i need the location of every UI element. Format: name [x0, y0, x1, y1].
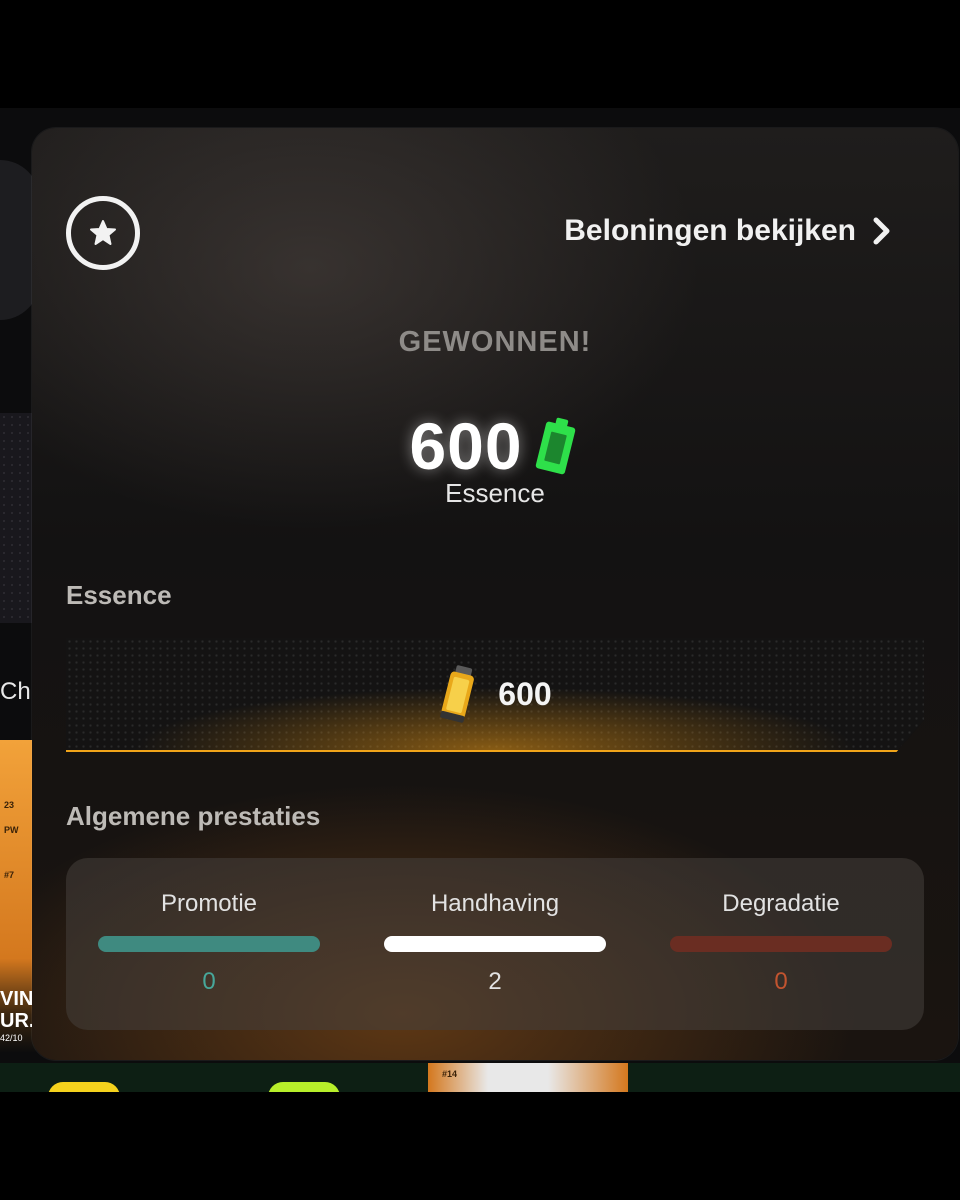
card-small-text: 23	[4, 800, 15, 810]
view-rewards-link[interactable]: Beloningen bekijken	[564, 214, 892, 248]
performance-section-label: Algemene prestaties	[66, 801, 321, 831]
view-rewards-label: Beloningen bekijken	[564, 214, 856, 247]
stat-value: 0	[774, 968, 788, 995]
stat-value: 0	[202, 968, 216, 995]
background-partial-text: Ch	[0, 678, 31, 705]
player-card-number: #14	[442, 1069, 458, 1079]
stat-label: Handhaving	[430, 890, 560, 917]
essence-progress-bar: 600	[66, 638, 924, 752]
background-yellow-button	[48, 1082, 120, 1092]
stat-bar	[384, 936, 606, 952]
essence-section-label: Essence	[66, 580, 172, 610]
reward-amount-row: 600	[32, 408, 958, 484]
card-small-text: #7	[4, 870, 15, 880]
card-small-text: PW	[4, 825, 19, 835]
essence-battery-icon	[535, 417, 575, 475]
essence-value: 600	[498, 675, 552, 712]
background-green-button	[268, 1082, 340, 1092]
stat-bar	[670, 936, 892, 952]
stat-bar	[98, 936, 320, 952]
reward-panel: Beloningen bekijken GEWONNEN! 600 Essenc…	[32, 128, 958, 1060]
chevron-right-icon	[873, 217, 890, 245]
card-title-line: VIN	[0, 988, 34, 1010]
background-player-card: #14	[428, 1063, 628, 1092]
performance-stats: Promotie 0 Handhaving 2 Degradatie 0	[66, 858, 924, 1030]
reward-amount-unit: Essence	[445, 478, 545, 508]
won-title: GEWONNEN!	[398, 326, 592, 358]
reward-amount: 600	[409, 409, 523, 483]
card-title-line: UR.	[0, 1010, 35, 1032]
essence-canister-icon	[440, 665, 475, 723]
background-card-title: VIN UR. 42/10	[0, 988, 34, 1044]
stat-value: 2	[488, 968, 502, 995]
stat-label: Degradatie	[722, 890, 840, 917]
stat-label: Promotie	[160, 890, 258, 917]
rank-badge-icon	[66, 196, 140, 270]
card-footer: 42/10	[0, 1033, 23, 1043]
